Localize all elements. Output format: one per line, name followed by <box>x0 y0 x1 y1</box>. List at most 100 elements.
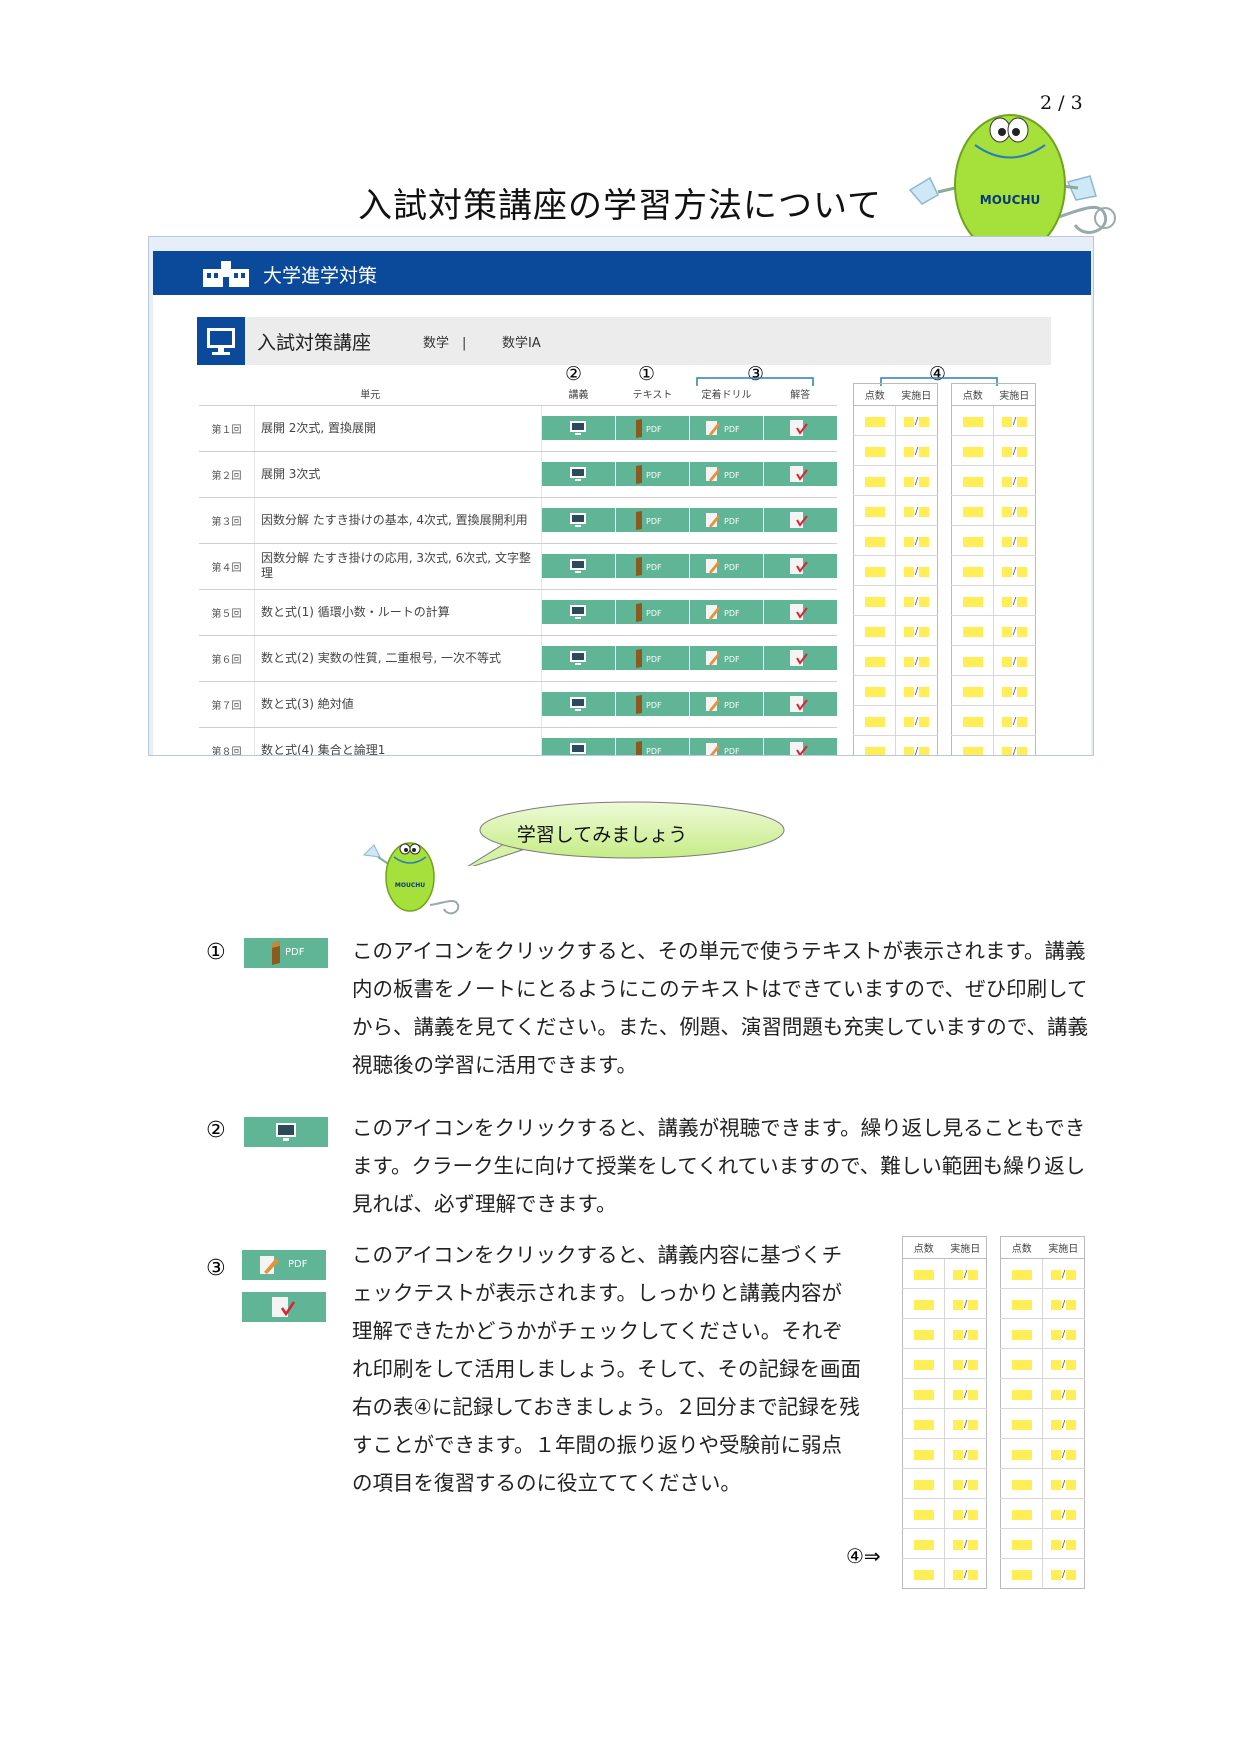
score-field[interactable] <box>864 536 885 547</box>
score-field[interactable] <box>962 686 983 697</box>
date-day-field[interactable] <box>919 536 930 547</box>
date-day-field[interactable] <box>919 476 930 487</box>
date-day-field[interactable] <box>919 746 930 755</box>
date-month-field[interactable] <box>1001 686 1012 697</box>
date-month-field[interactable] <box>903 446 914 457</box>
date-month-field[interactable] <box>952 1269 963 1280</box>
date-day-field[interactable] <box>919 446 930 457</box>
date-day-field[interactable] <box>1066 1359 1077 1370</box>
score-field[interactable] <box>1011 1509 1032 1520</box>
date-day-field[interactable] <box>968 1569 979 1580</box>
date-day-field[interactable] <box>919 506 930 517</box>
date-month-field[interactable] <box>1001 446 1012 457</box>
date-month-field[interactable] <box>1001 536 1012 547</box>
date-day-field[interactable] <box>919 716 930 727</box>
drill-pdf-button[interactable]: PDF <box>689 508 763 532</box>
text-pdf-button[interactable]: PDF <box>615 462 689 486</box>
answer-button[interactable] <box>763 600 837 624</box>
score-field[interactable] <box>962 716 983 727</box>
date-month-field[interactable] <box>952 1299 963 1310</box>
score-field[interactable] <box>962 476 983 487</box>
date-day-field[interactable] <box>1066 1539 1077 1550</box>
drill-pdf-button[interactable]: PDF <box>689 692 763 716</box>
date-day-field[interactable] <box>1066 1269 1077 1280</box>
date-day-field[interactable] <box>1066 1419 1077 1430</box>
date-month-field[interactable] <box>1001 716 1012 727</box>
date-month-field[interactable] <box>903 476 914 487</box>
date-month-field[interactable] <box>903 596 914 607</box>
text-pdf-button[interactable]: PDF <box>615 646 689 670</box>
date-month-field[interactable] <box>952 1479 963 1490</box>
score-field[interactable] <box>864 746 885 755</box>
score-field[interactable] <box>864 626 885 637</box>
score-field[interactable] <box>962 416 983 427</box>
score-field[interactable] <box>913 1449 934 1460</box>
date-day-field[interactable] <box>968 1269 979 1280</box>
date-month-field[interactable] <box>903 416 914 427</box>
score-field[interactable] <box>864 476 885 487</box>
score-field[interactable] <box>864 686 885 697</box>
score-field[interactable] <box>962 746 983 755</box>
date-day-field[interactable] <box>1017 716 1028 727</box>
date-month-field[interactable] <box>1001 566 1012 577</box>
lecture-button[interactable] <box>541 600 615 624</box>
date-month-field[interactable] <box>903 746 914 755</box>
date-month-field[interactable] <box>952 1569 963 1580</box>
date-day-field[interactable] <box>968 1479 979 1490</box>
date-month-field[interactable] <box>952 1449 963 1460</box>
date-month-field[interactable] <box>1050 1419 1061 1430</box>
score-field[interactable] <box>913 1329 934 1340</box>
date-month-field[interactable] <box>903 626 914 637</box>
answer-button[interactable] <box>763 692 837 716</box>
score-field[interactable] <box>962 626 983 637</box>
date-day-field[interactable] <box>1066 1389 1077 1400</box>
date-month-field[interactable] <box>903 686 914 697</box>
date-day-field[interactable] <box>1066 1479 1077 1490</box>
date-day-field[interactable] <box>968 1419 979 1430</box>
date-day-field[interactable] <box>1066 1569 1077 1580</box>
lecture-button[interactable] <box>541 646 615 670</box>
answer-button[interactable] <box>763 554 837 578</box>
score-field[interactable] <box>1011 1449 1032 1460</box>
date-day-field[interactable] <box>1017 446 1028 457</box>
answer-button[interactable] <box>763 508 837 532</box>
score-field[interactable] <box>913 1299 934 1310</box>
answer-button[interactable] <box>763 416 837 440</box>
date-month-field[interactable] <box>903 566 914 577</box>
drill-pdf-button[interactable]: PDF <box>689 646 763 670</box>
date-day-field[interactable] <box>968 1509 979 1520</box>
score-field[interactable] <box>962 536 983 547</box>
date-day-field[interactable] <box>1017 566 1028 577</box>
date-month-field[interactable] <box>1050 1569 1061 1580</box>
date-month-field[interactable] <box>1050 1269 1061 1280</box>
drill-pdf-button[interactable]: PDF <box>689 600 763 624</box>
date-day-field[interactable] <box>919 626 930 637</box>
score-field[interactable] <box>864 596 885 607</box>
drill-pdf-button[interactable]: PDF <box>689 554 763 578</box>
date-day-field[interactable] <box>1066 1329 1077 1340</box>
date-month-field[interactable] <box>952 1539 963 1550</box>
date-day-field[interactable] <box>1017 476 1028 487</box>
text-pdf-button[interactable]: PDF <box>615 508 689 532</box>
score-field[interactable] <box>1011 1539 1032 1550</box>
lecture-button[interactable] <box>541 554 615 578</box>
date-day-field[interactable] <box>919 596 930 607</box>
score-field[interactable] <box>864 416 885 427</box>
score-field[interactable] <box>864 506 885 517</box>
date-month-field[interactable] <box>952 1329 963 1340</box>
date-month-field[interactable] <box>903 716 914 727</box>
score-field[interactable] <box>1011 1269 1032 1280</box>
date-month-field[interactable] <box>1050 1359 1061 1370</box>
score-field[interactable] <box>1011 1389 1032 1400</box>
date-month-field[interactable] <box>903 506 914 517</box>
date-day-field[interactable] <box>1017 626 1028 637</box>
date-month-field[interactable] <box>1001 656 1012 667</box>
score-field[interactable] <box>913 1419 934 1430</box>
score-field[interactable] <box>962 566 983 577</box>
date-month-field[interactable] <box>952 1509 963 1520</box>
date-day-field[interactable] <box>1066 1449 1077 1460</box>
date-day-field[interactable] <box>1066 1299 1077 1310</box>
date-month-field[interactable] <box>1001 596 1012 607</box>
date-day-field[interactable] <box>1066 1509 1077 1520</box>
score-field[interactable] <box>1011 1569 1032 1580</box>
